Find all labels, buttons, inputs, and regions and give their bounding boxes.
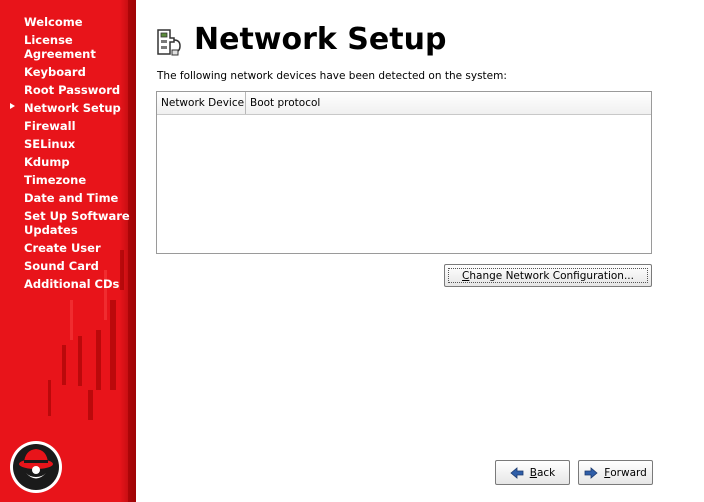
- sidebar: Welcome License Agreement Keyboard Root …: [0, 0, 136, 502]
- forward-button[interactable]: Forward: [578, 460, 653, 485]
- sidebar-item-label: Network Setup: [24, 101, 121, 115]
- sidebar-decoration: [78, 336, 82, 386]
- button-label: Back: [530, 467, 556, 479]
- redhat-shadowman-logo: [10, 441, 62, 493]
- button-label-rest: orward: [610, 466, 647, 479]
- sidebar-decoration: [110, 300, 116, 390]
- sidebar-decoration: [96, 330, 101, 390]
- back-button[interactable]: Back: [495, 460, 570, 485]
- sidebar-item-kdump: Kdump: [24, 155, 70, 169]
- network-device-table[interactable]: Network Device Boot protocol: [156, 91, 652, 254]
- sidebar-decoration: [48, 380, 51, 416]
- sidebar-decoration: [88, 390, 93, 420]
- sidebar-item-additional-cds: Additional CDs: [24, 277, 120, 291]
- arrow-right-icon: [584, 466, 598, 479]
- current-step-marker-icon: [10, 103, 15, 109]
- sidebar-item-license-agreement: License Agreement: [24, 33, 96, 61]
- sidebar-steps: Welcome License Agreement Keyboard Root …: [0, 14, 136, 294]
- sidebar-item-timezone: Timezone: [24, 173, 87, 187]
- arrow-left-icon: [510, 466, 524, 479]
- mnemonic-char: B: [529, 466, 537, 479]
- sidebar-item-network-setup: Network Setup: [0, 100, 136, 118]
- sidebar-decoration: [62, 345, 66, 385]
- sidebar-item-keyboard: Keyboard: [24, 65, 86, 79]
- sidebar-decoration: [70, 300, 73, 340]
- page-title: Network Setup: [194, 22, 447, 57]
- column-header-network-device[interactable]: Network Device: [157, 92, 246, 114]
- focus-ring: [448, 268, 648, 283]
- sidebar-item-root-password: Root Password: [24, 83, 121, 97]
- button-label: Forward: [604, 467, 647, 479]
- table-header: Network Device Boot protocol: [157, 92, 651, 115]
- change-network-configuration-button[interactable]: Change Network Configuration...: [444, 264, 652, 287]
- sidebar-item-date-and-time: Date and Time: [24, 191, 119, 205]
- column-header-boot-protocol[interactable]: Boot protocol: [246, 92, 324, 114]
- network-card-icon: [157, 29, 181, 56]
- button-label-rest: ack: [536, 466, 556, 479]
- sidebar-item-firewall: Firewall: [24, 119, 76, 133]
- sidebar-item-selinux: SELinux: [24, 137, 76, 151]
- sidebar-item-sound-card: Sound Card: [24, 259, 99, 273]
- description-text: The following network devices have been …: [157, 70, 507, 82]
- sidebar-item-create-user: Create User: [24, 241, 101, 255]
- sidebar-item-welcome: Welcome: [24, 15, 83, 29]
- sidebar-item-software-updates: Set Up Software Updates: [24, 209, 130, 237]
